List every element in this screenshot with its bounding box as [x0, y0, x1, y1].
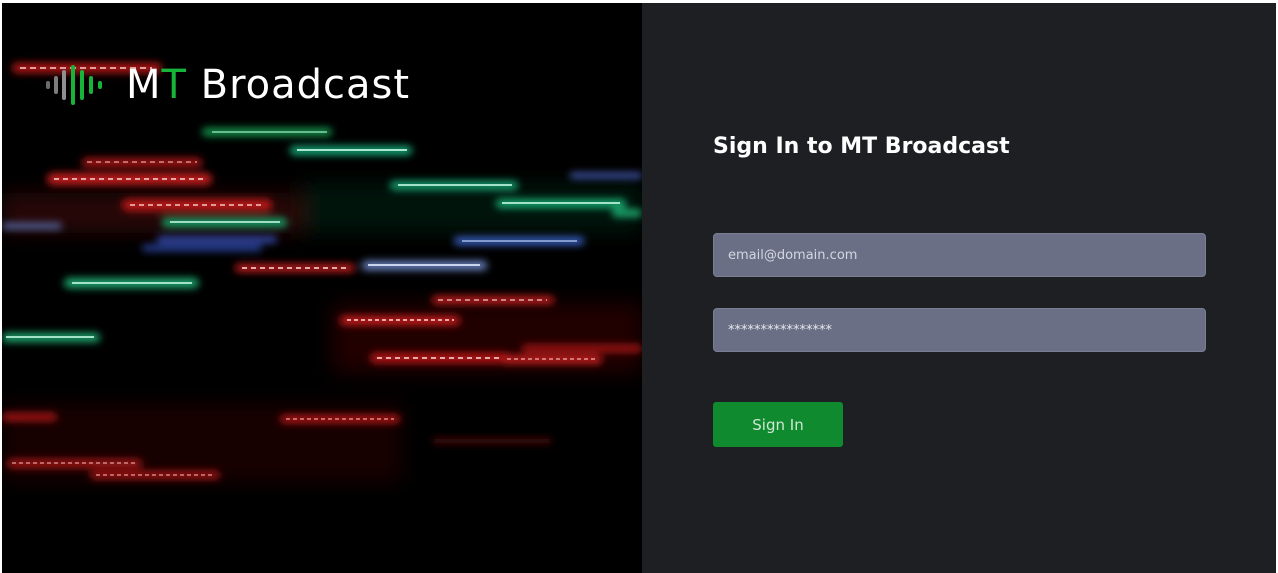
signin-title: Sign In to MT Broadcast — [713, 134, 1010, 159]
brand-logo: MT Broadcast — [46, 65, 410, 105]
brand-name-accent: T — [161, 62, 187, 108]
login-screen: MT Broadcast Sign In to MT Broadcast Sig… — [2, 3, 1276, 573]
brand-name-suffix: Broadcast — [186, 62, 411, 108]
signin-panel: Sign In to MT Broadcast Sign In — [642, 3, 1276, 573]
password-field[interactable] — [713, 308, 1206, 352]
brand-name: MT Broadcast — [126, 65, 410, 105]
signin-button[interactable]: Sign In — [713, 402, 843, 447]
hero-panel: MT Broadcast — [2, 3, 642, 573]
brand-name-prefix: M — [126, 62, 162, 108]
soundwave-icon — [46, 65, 102, 105]
email-field[interactable] — [713, 233, 1206, 277]
